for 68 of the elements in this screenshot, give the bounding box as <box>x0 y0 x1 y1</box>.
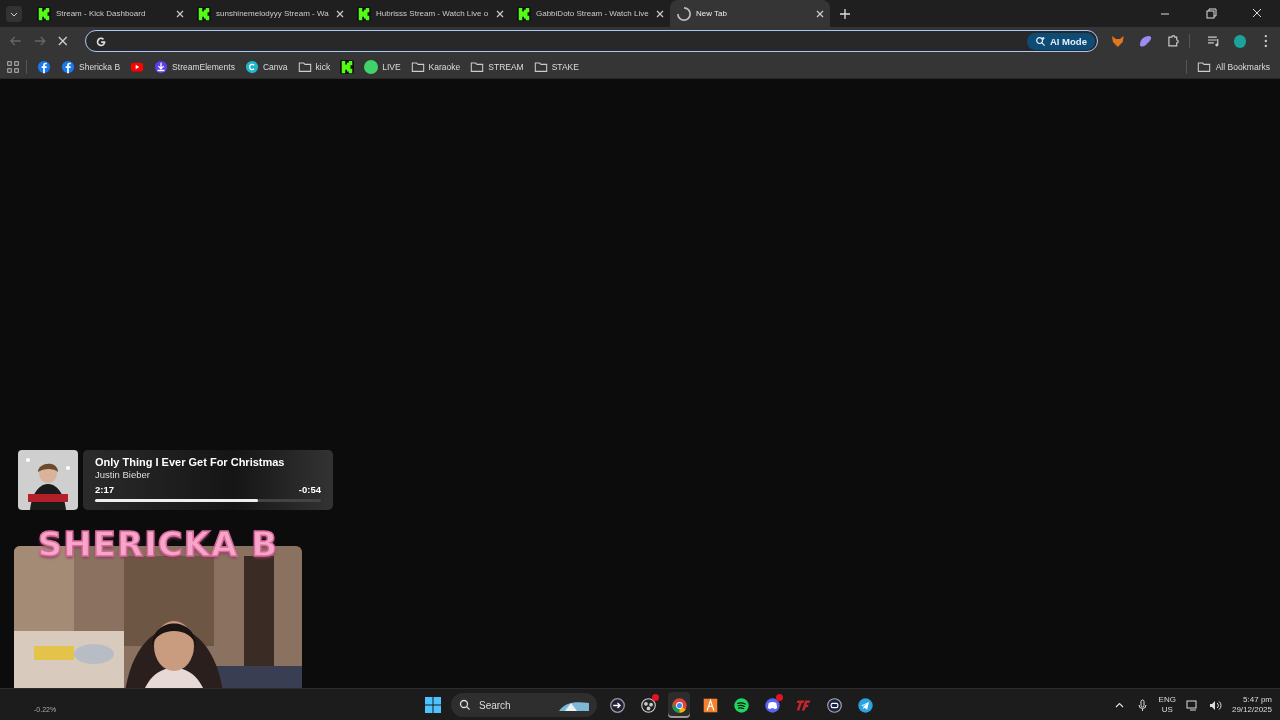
canva-icon <box>244 59 259 74</box>
spotify-icon <box>732 696 750 714</box>
search-sparkle-icon <box>1034 35 1046 47</box>
telegram-icon <box>856 696 874 714</box>
elapsed-time: 2:17 <box>95 484 114 495</box>
kick-logo-icon <box>517 6 531 21</box>
live-dot-icon <box>364 59 379 74</box>
bookmark-item[interactable]: StreamElements <box>150 57 239 76</box>
letter-a-app-icon <box>701 696 719 714</box>
obs-icon <box>639 696 657 714</box>
close-icon[interactable] <box>815 8 825 19</box>
bookmark-folder[interactable]: STAKE <box>529 57 583 76</box>
apps-grid-icon[interactable] <box>6 59 20 74</box>
round-app-icon <box>825 696 843 714</box>
extensions-icon[interactable] <box>1165 33 1181 49</box>
language-indicator[interactable]: ENG US <box>1158 695 1176 715</box>
bookmark-item[interactable]: LIVE <box>360 57 405 76</box>
folder-icon <box>1196 59 1211 74</box>
folder-icon <box>297 59 312 74</box>
chrome-icon <box>670 696 688 714</box>
bookmark-item[interactable]: Shericka B <box>57 57 125 76</box>
streamelements-icon <box>154 59 169 74</box>
bookmark-folder[interactable]: kick <box>293 57 335 76</box>
stream-title: SHERICKA B <box>36 524 280 564</box>
discord-icon <box>763 696 781 714</box>
close-icon[interactable] <box>175 8 185 19</box>
folder-icon <box>533 59 548 74</box>
feather-extension-icon[interactable] <box>1137 33 1154 49</box>
loading-icon <box>677 6 691 21</box>
facebook-icon <box>37 59 51 74</box>
kick-logo-icon <box>340 59 355 74</box>
browser-tab[interactable]: Stream - Kick Dashboard <box>30 0 190 27</box>
remaining-time: -0:54 <box>298 484 321 495</box>
taskbar-search[interactable]: Search <box>451 693 597 717</box>
kick-logo-icon <box>197 6 211 21</box>
microphone-icon[interactable] <box>1135 698 1149 712</box>
arrow-circle-icon <box>608 696 626 714</box>
ai-mode-button[interactable]: AI Mode <box>1026 32 1095 50</box>
close-icon[interactable] <box>495 8 505 19</box>
close-icon[interactable] <box>655 8 665 19</box>
close-icon[interactable] <box>335 8 345 19</box>
kick-logo-icon <box>357 6 371 21</box>
network-icon[interactable] <box>1185 698 1199 712</box>
artist-name: Justin Bieber <box>95 469 151 480</box>
folder-icon <box>470 59 485 74</box>
browser-tab[interactable]: Hubrisss Stream - Watch Live o <box>350 0 510 27</box>
browser-tab[interactable]: GabbiDoto Stream - Watch Live <box>510 0 670 27</box>
browser-tab[interactable]: New Tab <box>670 0 830 27</box>
fox-extension-icon[interactable] <box>1109 33 1126 49</box>
folder-icon <box>410 59 425 74</box>
tab-search-button[interactable] <box>6 6 22 22</box>
bookmark-folder[interactable]: STREAM <box>466 57 528 76</box>
bookmark-item[interactable]: Canva <box>240 57 292 76</box>
caret-icon <box>10 10 18 18</box>
start-icon[interactable] <box>424 696 442 714</box>
kick-logo-icon <box>37 6 51 21</box>
new-tab-icon[interactable] <box>838 7 852 21</box>
bookmark-folder[interactable]: Karaoke <box>406 57 465 76</box>
volume-icon[interactable] <box>1208 698 1222 712</box>
search-icon <box>459 699 471 711</box>
browser-tab[interactable]: sunshinemelodyyy Stream - Wa <box>190 0 350 27</box>
clock[interactable]: 5:47 pm 29/12/2025 <box>1231 694 1272 716</box>
address-bar[interactable]: AI Mode <box>84 30 1098 52</box>
taskbar-app-button[interactable] <box>668 692 690 718</box>
facebook-icon <box>61 59 75 74</box>
all-bookmarks-folder[interactable]: All Bookmarks <box>1192 57 1274 76</box>
song-title: Only Thing I Ever Get For Christmas <box>95 455 285 469</box>
profile-avatar[interactable] <box>1233 34 1247 48</box>
